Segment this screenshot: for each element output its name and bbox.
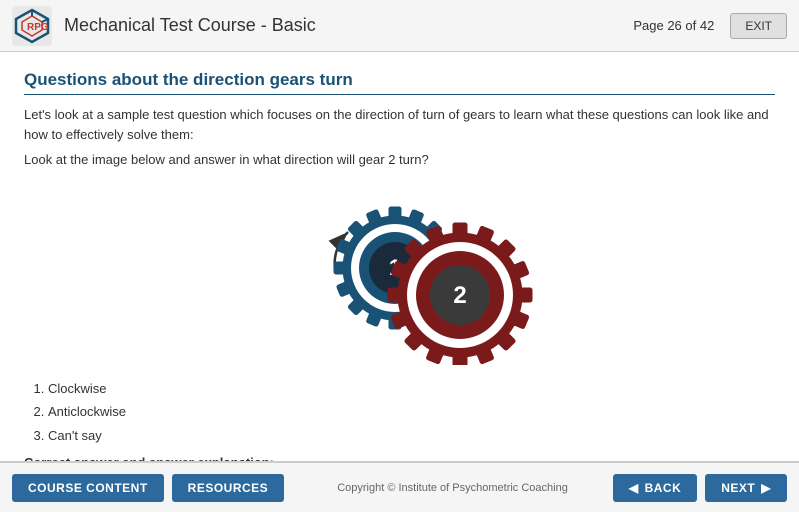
gears-svg: 1 [240, 180, 560, 365]
back-button[interactable]: ◀ BACK [613, 474, 697, 502]
correct-answer-label: Correct answer and answer explanation: [24, 455, 775, 462]
next-button[interactable]: NEXT ▶ [705, 474, 787, 502]
svg-text:RPG: RPG [27, 22, 49, 33]
section-title: Questions about the direction gears turn [24, 70, 775, 95]
answer-options: Clockwise Anticlockwise Can't say [24, 377, 775, 447]
copyright-text: Copyright © Institute of Psychometric Co… [292, 482, 613, 494]
svg-text:2: 2 [453, 282, 466, 309]
gears-illustration: 1 [24, 177, 775, 367]
main-content: Questions about the direction gears turn… [0, 52, 799, 462]
intro-text: Let's look at a sample test question whi… [24, 105, 775, 144]
option-3: Can't say [48, 424, 775, 447]
next-arrow-icon: ▶ [761, 481, 771, 495]
footer: COURSE CONTENT RESOURCES Copyright © Ins… [0, 462, 799, 512]
option-2: Anticlockwise [48, 400, 775, 423]
course-content-button[interactable]: COURSE CONTENT [12, 474, 164, 502]
logo-icon: RPG [12, 6, 52, 46]
header-title: Mechanical Test Course - Basic [64, 15, 633, 36]
option-1: Clockwise [48, 377, 775, 400]
page-info: Page 26 of 42 [633, 18, 714, 33]
question-text: Look at the image below and answer in wh… [24, 152, 775, 167]
resources-button[interactable]: RESOURCES [172, 474, 285, 502]
back-arrow-icon: ◀ [629, 481, 639, 495]
exit-button[interactable]: EXIT [730, 13, 787, 39]
header: RPG Mechanical Test Course - Basic Page … [0, 0, 799, 52]
nav-buttons: ◀ BACK NEXT ▶ [613, 474, 787, 502]
